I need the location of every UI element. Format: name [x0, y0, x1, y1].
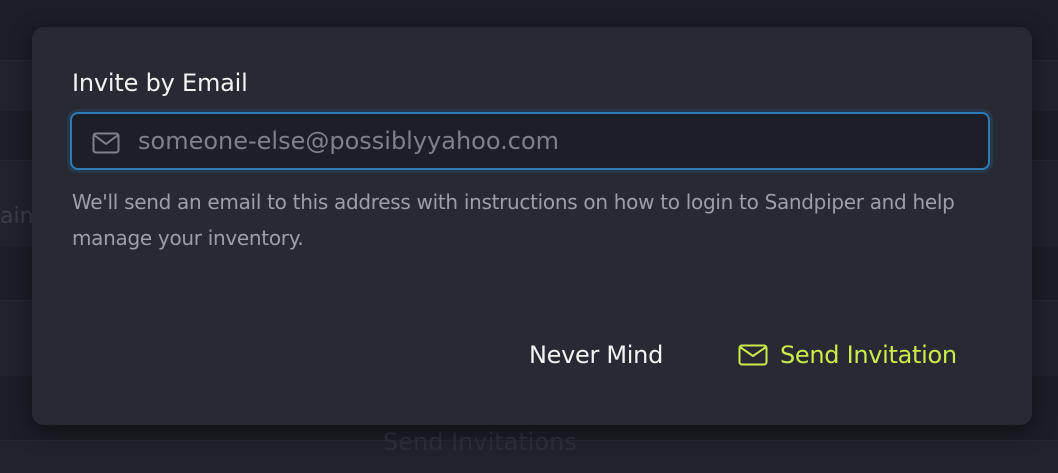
never-mind-label: Never Mind — [529, 341, 664, 369]
invite-modal: Invite by Email We'll send an email to t… — [32, 27, 1032, 425]
email-input-wrapper[interactable] — [70, 112, 990, 170]
envelope-icon — [92, 132, 120, 154]
help-text: We'll send an email to this address with… — [72, 190, 955, 250]
never-mind-button[interactable]: Never Mind — [529, 333, 663, 377]
backdrop-partial-label: ain — [0, 204, 34, 229]
email-field[interactable] — [138, 114, 968, 168]
send-invitation-label: Send Invitation — [780, 341, 957, 369]
envelope-icon — [738, 344, 768, 366]
backdrop-partial-heading: Send Invitations — [383, 428, 577, 456]
send-invitation-button[interactable]: Send Invitation — [738, 333, 957, 377]
field-label: Invite by Email — [72, 69, 248, 97]
